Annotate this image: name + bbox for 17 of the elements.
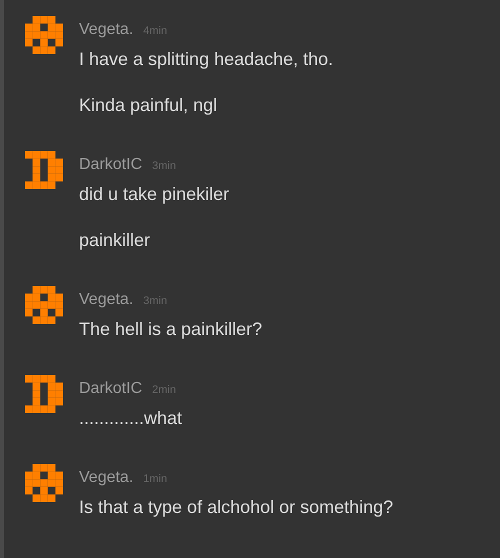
author-name[interactable]: DarkotIC — [79, 154, 142, 176]
message-text: Kinda painful, ngl — [79, 94, 218, 117]
avatar-icon — [25, 463, 63, 503]
message-text: Is that a type of alchohol or something? — [79, 496, 394, 519]
avatar-icon — [25, 150, 63, 190]
message-text: did u take pinekiler — [79, 183, 230, 206]
author-name[interactable]: Vegeta. — [79, 289, 134, 311]
message-text: painkiller — [79, 229, 152, 252]
author-name[interactable]: Vegeta. — [79, 19, 134, 41]
avatar-icon — [25, 15, 63, 55]
author-name[interactable]: DarkotIC — [79, 378, 142, 400]
message-text: .............what — [79, 407, 182, 430]
avatar-icon — [25, 374, 63, 414]
message-text: The hell is a painkiller? — [79, 318, 262, 341]
author-name[interactable]: Vegeta. — [79, 467, 134, 489]
message-text: I have a splitting headache, tho. — [79, 48, 334, 71]
avatar-icon — [25, 285, 63, 325]
